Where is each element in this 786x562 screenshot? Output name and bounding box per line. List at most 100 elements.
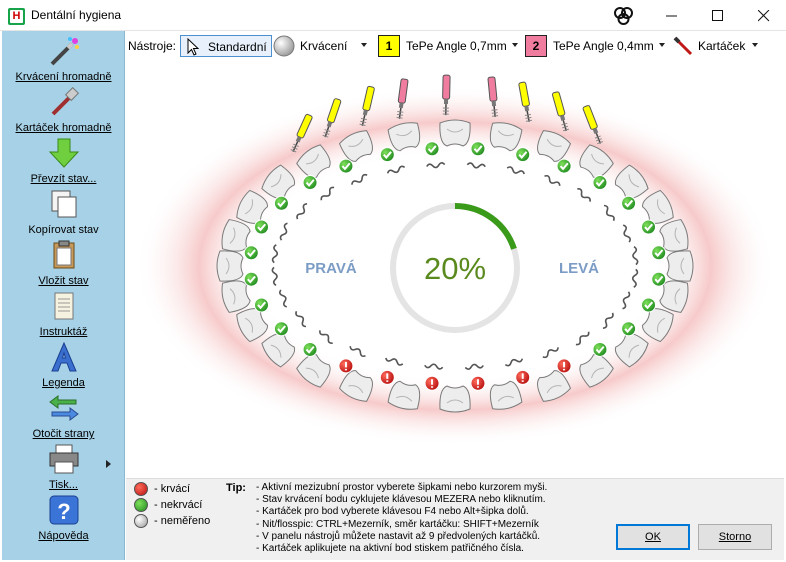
interdental-point[interactable] bbox=[515, 147, 531, 163]
toothbrush-icon[interactable] bbox=[672, 35, 694, 57]
printer-icon bbox=[49, 444, 79, 474]
tip-line: - Nit/flosspic: CTRL+Mezerník, směr kart… bbox=[256, 518, 539, 530]
interdental-point[interactable] bbox=[640, 297, 656, 313]
letter-a-icon bbox=[51, 342, 77, 372]
paste-icon bbox=[53, 240, 75, 269]
interdental-point[interactable] bbox=[651, 245, 667, 261]
green-dot-icon bbox=[134, 498, 148, 512]
arrow-down-icon bbox=[48, 138, 80, 168]
interdental-point[interactable] bbox=[424, 375, 440, 391]
sidebar-item-bleeding-bulk[interactable]: Krvácení hromadně bbox=[2, 34, 125, 85]
close-button[interactable] bbox=[740, 0, 786, 31]
tooth[interactable] bbox=[439, 119, 471, 147]
tool-standard[interactable]: Standardní bbox=[180, 35, 272, 57]
sidebar-item-flip-sides[interactable]: Otočit strany bbox=[2, 391, 125, 442]
tooth[interactable] bbox=[216, 250, 244, 282]
tool-tepe1[interactable]: TePe Angle 0,7mm bbox=[406, 39, 507, 53]
scroll-icon bbox=[54, 292, 74, 320]
brush-icon bbox=[51, 87, 80, 116]
interdental-point[interactable] bbox=[379, 147, 395, 163]
left-side-label: LEVÁ bbox=[559, 260, 599, 277]
tip-line: - Kartáček pro bod vyberete klávesou F4 … bbox=[256, 506, 529, 518]
help-icon: ? bbox=[49, 495, 79, 525]
cursor-icon bbox=[187, 38, 200, 56]
tip-line: - Stav krvácení bodu cyklujete klávesou … bbox=[256, 494, 546, 506]
swap-arrows-icon bbox=[49, 395, 79, 421]
magic-wand-icon bbox=[50, 37, 79, 66]
maximize-button[interactable] bbox=[694, 0, 740, 31]
red-dot-icon bbox=[134, 482, 148, 496]
interdental-point[interactable] bbox=[556, 358, 572, 374]
interdental-point[interactable] bbox=[302, 341, 318, 357]
sidebar-item-take-state[interactable]: Převzít stav... bbox=[2, 136, 125, 187]
cancel-button[interactable]: Storno bbox=[698, 524, 772, 550]
rings-icon[interactable] bbox=[612, 6, 636, 26]
dental-chart-svg: 20% PRAVÁ LEVÁ bbox=[135, 74, 775, 446]
title-bar: H Dentální hygiena bbox=[0, 0, 786, 31]
tepe1-badge[interactable]: 1 bbox=[378, 35, 400, 57]
minimize-button[interactable] bbox=[648, 0, 694, 31]
interdental-point[interactable] bbox=[273, 321, 289, 337]
interdental-point[interactable] bbox=[470, 375, 486, 391]
maximize-icon bbox=[712, 10, 723, 21]
interdental-point[interactable] bbox=[243, 245, 259, 261]
interdental-point[interactable] bbox=[556, 158, 572, 174]
sidebar: Krvácení hromadně Kartáček hromadně Přev… bbox=[2, 31, 125, 560]
interdental-point[interactable] bbox=[254, 297, 270, 313]
tooth[interactable] bbox=[439, 385, 471, 413]
interdental-point[interactable] bbox=[254, 219, 270, 235]
tool-brush[interactable]: Kartáček bbox=[698, 39, 745, 53]
window-title: Dentální hygiena bbox=[31, 8, 122, 22]
interdental-point[interactable] bbox=[640, 219, 656, 235]
close-icon bbox=[758, 10, 770, 22]
interdental-point[interactable] bbox=[592, 341, 608, 357]
tepe1-dropdown-arrow[interactable] bbox=[512, 43, 518, 47]
sidebar-item-legend[interactable]: Legenda bbox=[2, 340, 125, 391]
tool-bleeding[interactable]: Krvácení bbox=[300, 39, 347, 53]
svg-text:?: ? bbox=[57, 499, 70, 524]
tip-line: - Kartáček aplikujete na aktivní bod sti… bbox=[256, 543, 524, 555]
sidebar-item-help[interactable]: ? Nápověda bbox=[2, 493, 125, 544]
bleeding-tool-icon[interactable] bbox=[273, 35, 295, 57]
minimize-icon bbox=[666, 15, 677, 17]
progress-percent: 20% bbox=[424, 251, 486, 286]
app-icon: H bbox=[8, 8, 25, 25]
tip-line: - V panelu nástrojů můžete nastavit až 9… bbox=[256, 530, 541, 542]
tool-tepe2[interactable]: TePe Angle 0,4mm bbox=[553, 39, 654, 53]
interdental-point[interactable] bbox=[621, 321, 637, 337]
sidebar-item-paste-state[interactable]: Vložit stav bbox=[2, 238, 125, 289]
copy-icon bbox=[51, 190, 77, 218]
tools-label: Nástroje: bbox=[128, 39, 177, 53]
brush-dropdown-arrow[interactable] bbox=[752, 43, 758, 47]
tooth[interactable] bbox=[666, 250, 694, 282]
sidebar-item-print[interactable]: Tisk... bbox=[2, 442, 125, 493]
toolbar: Nástroje: Standardní Krvácení 1 TePe Ang… bbox=[126, 32, 784, 59]
sidebar-item-brush-bulk[interactable]: Kartáček hromadně bbox=[2, 85, 125, 136]
interdental-point[interactable] bbox=[379, 369, 395, 385]
submenu-arrow-icon bbox=[106, 460, 111, 468]
tip-line: - Aktivní mezizubní prostor vyberete šip… bbox=[256, 482, 548, 493]
right-side-label: PRAVÁ bbox=[305, 260, 357, 277]
interdental-point[interactable] bbox=[338, 158, 354, 174]
ok-button[interactable]: OK bbox=[616, 524, 690, 550]
tip-list: - Aktivní mezizubní prostor vyberete šip… bbox=[256, 482, 547, 555]
interdental-point[interactable] bbox=[515, 369, 531, 385]
tepe2-badge[interactable]: 2 bbox=[525, 35, 547, 57]
interdental-point[interactable] bbox=[338, 358, 354, 374]
interdental-point[interactable] bbox=[273, 195, 289, 211]
bottom-panel: - krvácí - nekrvácí - neměřeno Tip: - Ak… bbox=[126, 478, 784, 560]
interdental-point[interactable] bbox=[621, 195, 637, 211]
sidebar-item-instruction[interactable]: Instruktáž bbox=[2, 289, 125, 340]
gray-dot-icon bbox=[134, 514, 148, 528]
interdental-point[interactable] bbox=[592, 175, 608, 191]
interdental-point[interactable] bbox=[243, 271, 259, 287]
interdental-point[interactable] bbox=[470, 141, 486, 157]
interdental-point[interactable] bbox=[302, 175, 318, 191]
interdental-point[interactable] bbox=[651, 271, 667, 287]
dental-chart: 20% PRAVÁ LEVÁ bbox=[126, 60, 784, 478]
bleeding-dropdown-arrow[interactable] bbox=[361, 43, 367, 47]
tepe2-dropdown-arrow[interactable] bbox=[659, 43, 665, 47]
tip-label: Tip: bbox=[226, 482, 246, 494]
sidebar-item-copy-state[interactable]: Kopírovat stav bbox=[2, 187, 125, 238]
interdental-point[interactable] bbox=[424, 141, 440, 157]
